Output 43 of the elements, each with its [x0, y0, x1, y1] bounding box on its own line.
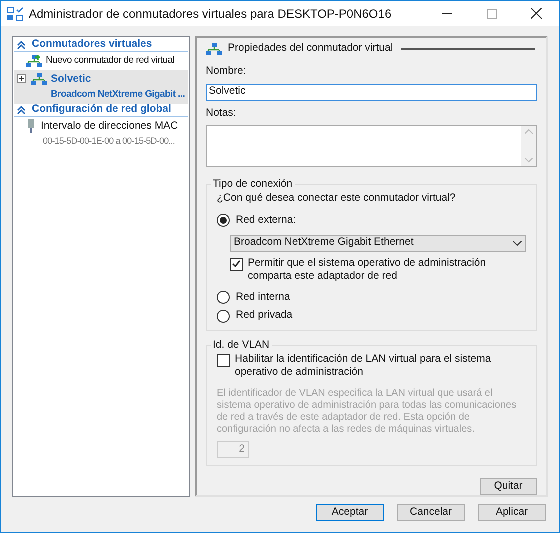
checkbox[interactable]	[230, 258, 243, 270]
network-port-icon	[26, 119, 36, 134]
sidebar-item[interactable]: Solvetic Broadcom NetXtreme Gigabit ...	[14, 70, 188, 104]
sidebar-item[interactable]: Intervalo de direcciones MAC 00-15-5D-00-1E-00 a 00-15-5D-00...	[14, 117, 188, 150]
checkbox-label: Habilitar la identificación de LAN virtual para el sistema operativo de administración	[235, 353, 492, 379]
chevron-down-icon	[513, 240, 522, 246]
radio-button[interactable]	[217, 214, 230, 228]
network-icon	[206, 42, 222, 55]
checkbox[interactable]	[217, 354, 230, 367]
collapse-icon[interactable]	[17, 106, 26, 115]
dialog-button[interactable]: Cancelar	[397, 504, 465, 521]
item-detail: 00-15-5D-00-1E-00 a 00-15-5D-00...	[42, 135, 176, 148]
window-title: Administrador de conmutadores virtuales para DESKTOP-P0N6O16	[29, 6, 393, 22]
network-icon	[31, 73, 47, 86]
radio-label: Red externa:	[236, 212, 296, 228]
radio-button[interactable]	[217, 310, 230, 323]
item-label: Solvetic	[51, 72, 92, 88]
checkbox-label: Permitir que el sistema operativo de administración comparta este adaptador de red	[248, 256, 488, 282]
notes-label: Notas:	[206, 106, 238, 120]
vlan-description: El identificador de VLAN especifica la LAN virtual que usará el sistema operativo de administración para todas las comunicaciones de red a través de este adaptador de red. Esta opción de configuración no afecta a las redes de máquinas virtuales.	[217, 388, 518, 436]
name-field[interactable]: Solvetic	[206, 84, 537, 100]
radio-button[interactable]	[217, 290, 230, 304]
dialog-button[interactable]: Aplicar	[478, 504, 546, 521]
remove-button[interactable]: Quitar	[480, 478, 537, 495]
app-icon	[7, 6, 23, 20]
name-label: Nombre:	[206, 64, 248, 79]
dialog-button[interactable]: Aceptar	[316, 504, 384, 521]
item-label: Nuevo conmutador de red virtual	[46, 54, 175, 68]
item-detail: Broadcom NetXtreme Gigabit ...	[51, 88, 186, 102]
section-header[interactable]: Conmutadores virtuales	[32, 37, 152, 53]
expand-toggle[interactable]	[17, 74, 26, 84]
notes-field[interactable]	[206, 125, 537, 167]
section-header[interactable]: Configuración de red global	[32, 102, 172, 118]
close-icon	[531, 8, 542, 19]
collapse-icon[interactable]	[17, 40, 26, 50]
radio-label: Red interna	[236, 290, 290, 304]
panel-title: Propiedades del conmutador virtual	[228, 41, 394, 56]
question-text: ¿Con qué desea conectar este conmutador virtual?	[217, 191, 457, 206]
item-label: Intervalo de direcciones MAC	[41, 119, 178, 134]
radio-label: Red privada	[236, 308, 293, 324]
adapter-dropdown[interactable]: Broadcom NetXtreme Gigabit Ethernet	[230, 234, 526, 252]
sidebar-item[interactable]: Nuevo conmutador de red virtual	[14, 52, 188, 70]
network-add-icon	[26, 55, 42, 67]
